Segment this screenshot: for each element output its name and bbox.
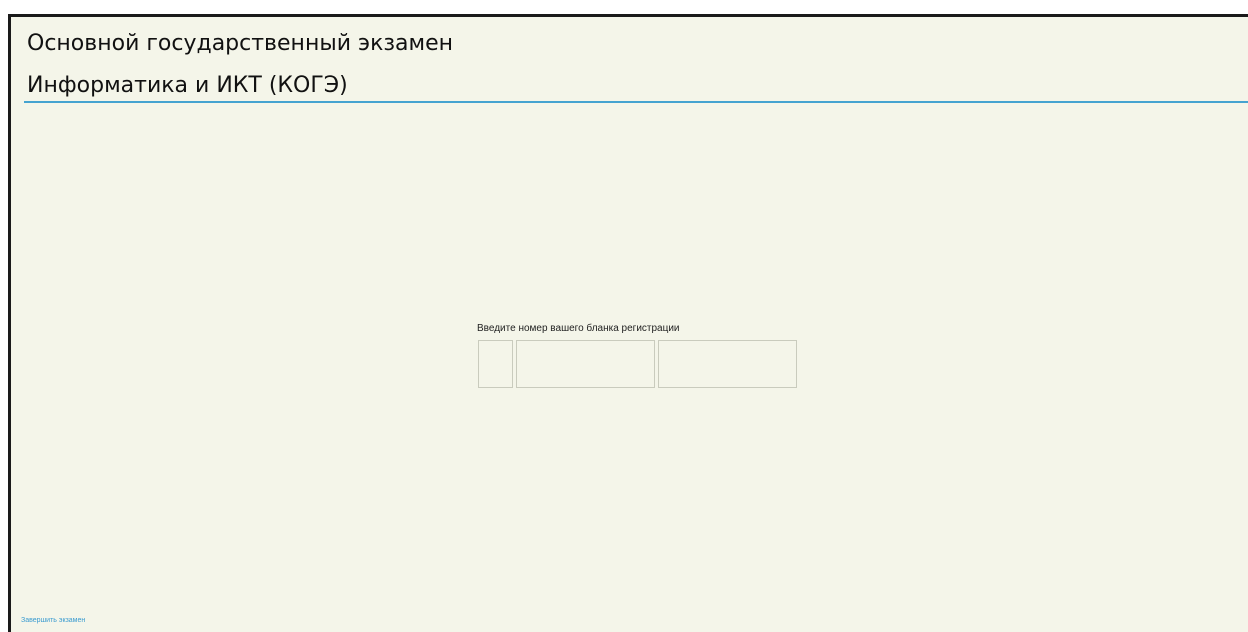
registration-number-field-2[interactable] xyxy=(516,340,655,388)
exam-title: Основной государственный экзамен xyxy=(27,31,454,56)
registration-prompt: Введите номер вашего бланка регистрации xyxy=(477,323,680,334)
registration-number-field-3[interactable] xyxy=(658,340,797,388)
exam-header: Основной государственный экзамен Информа… xyxy=(24,17,1248,103)
exam-window: Основной государственный экзамен Информа… xyxy=(8,14,1248,632)
finish-exam-link[interactable]: Завершить экзамен xyxy=(21,617,85,624)
exam-subject: Информатика и ИКТ (КОГЭ) xyxy=(27,73,348,98)
registration-number-field-1[interactable] xyxy=(478,340,513,388)
